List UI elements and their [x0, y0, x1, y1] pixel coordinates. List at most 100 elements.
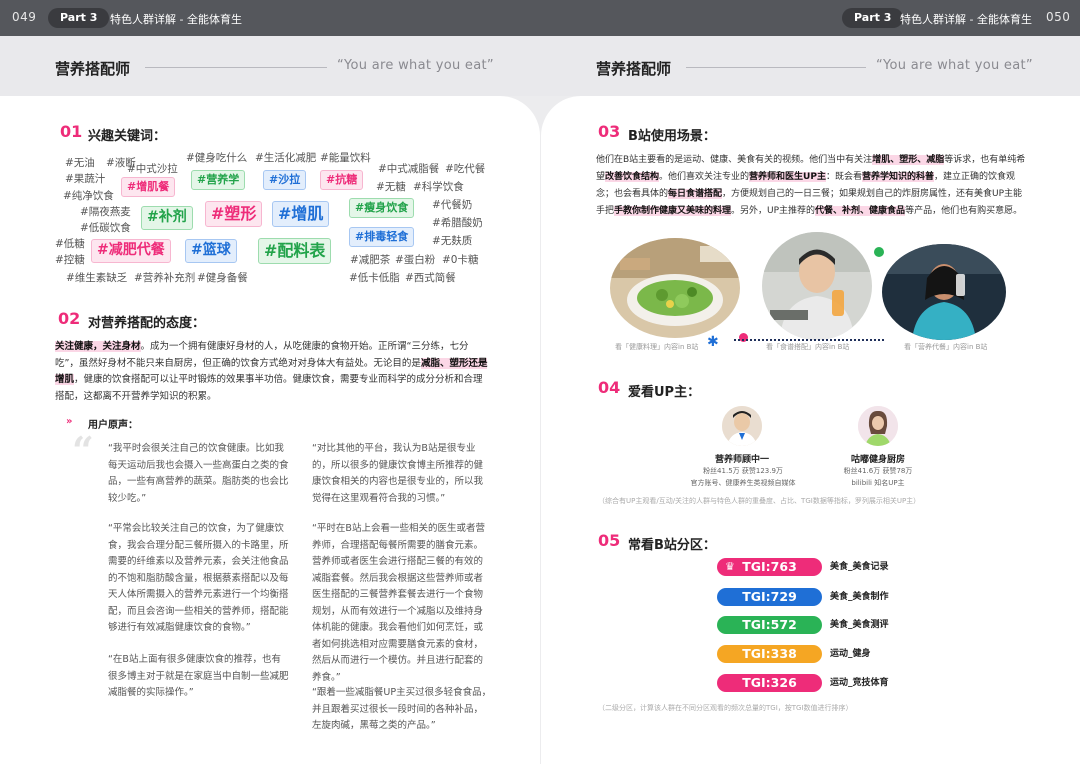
- section-quote-left: “You are what you eat”: [337, 58, 494, 73]
- tgi-label: 运动_健身: [830, 649, 871, 659]
- man-drinking-photo: [762, 232, 872, 340]
- keyword-tag: #营养补充剂: [134, 272, 196, 284]
- right-page-number: 050: [1046, 10, 1071, 24]
- up-desc: 官方账号、健康养生类视频自媒体: [690, 479, 796, 487]
- avatar: [858, 406, 898, 446]
- tgi-pill: ♛ TGI:763: [717, 558, 822, 576]
- tgi-note: （二级分区，计算该人群在不同分区观看的频次总量的TGI，按TGI数值进行排序）: [598, 704, 853, 712]
- section-number-05: 05: [598, 531, 621, 550]
- left-page-number: 049: [12, 10, 37, 24]
- section-number-02: 02: [58, 309, 81, 328]
- keyword-tag: #隔夜燕麦: [80, 206, 131, 218]
- user-quote: “对比其他的平台，我认为B站是很专业的，所以很多的健康饮食博主所推荐的健康饮食相…: [312, 443, 484, 504]
- up-note: （综合有UP主观看/互动/关注的人群与特色人群的重叠度、占比、TGI数据等指标，…: [598, 497, 921, 505]
- up-info: 粉丝41.6万 获赞78万 bilibili 知名UP主: [828, 465, 928, 489]
- section-quote-right: “You are what you eat”: [876, 58, 1033, 73]
- tgi-label: 运动_竞技体育: [830, 678, 889, 688]
- keyword-boxed: #减肥代餐: [91, 239, 171, 263]
- tgi-pill: TGI:338: [717, 645, 822, 663]
- text: 。他们喜欢关注专业的: [659, 172, 750, 182]
- quote-mark-icon: “: [72, 428, 94, 473]
- tgi-value: TGI:326: [742, 675, 797, 690]
- user-quote: “平时在B站上会看一些相关的医生或者营养师，合理搭配每餐所需要的膳食元素。营养师…: [312, 523, 485, 683]
- divider-right: [686, 67, 866, 68]
- keyword-tag: #无麸质: [432, 235, 473, 247]
- keyword-boxed: #补剂: [141, 206, 193, 230]
- keyword-tag: #吃代餐: [445, 163, 486, 175]
- section-title-01: 兴趣关键词：: [88, 129, 167, 144]
- keyword-tag: #低碳饮食: [80, 222, 131, 234]
- highlight: 营养学知识的科普: [861, 172, 934, 182]
- keyword-tag: #希腊酸奶: [432, 217, 483, 229]
- photo-caption: 看「健康料理」内容in B站: [615, 343, 699, 351]
- keyword-tag: #西式简餐: [405, 272, 456, 284]
- asterisk-icon: ✱: [707, 334, 719, 350]
- keyword-tag: #果蔬汁: [65, 173, 106, 185]
- crown-icon: ♛: [725, 560, 735, 573]
- chapter-title-right: 特色人群详解 - 全能体育生: [900, 13, 1032, 26]
- text: 。另外，UP主推荐的: [731, 206, 816, 216]
- tgi-value: TGI:763: [742, 559, 797, 574]
- up-stats: 粉丝41.5万 获赞123.9万: [703, 467, 783, 475]
- avatar-man-icon: [722, 406, 762, 446]
- part-pill-right: Part 3: [842, 8, 904, 28]
- keyword-boxed: #塑形: [205, 201, 263, 227]
- salad-illustration: [610, 238, 740, 338]
- tgi-pill: TGI:729: [717, 588, 822, 606]
- highlight: 营养师和医生UP主: [749, 172, 826, 182]
- avatar: [722, 406, 762, 446]
- keyword-tag: #无糖: [376, 181, 406, 193]
- photo-caption: 看「食谱搭配」内容in B站: [766, 343, 850, 351]
- man-illustration: [762, 232, 872, 340]
- keyword-tag: #控糖: [55, 254, 85, 266]
- highlight: 手教你制作健康又美味的料理: [614, 206, 732, 216]
- keyword-tag: #健身备餐: [197, 272, 248, 284]
- section-number-03: 03: [598, 122, 621, 141]
- keyword-tag: #健身吃什么: [186, 152, 248, 164]
- tgi-pill: TGI:326: [717, 674, 822, 692]
- keyword-boxed: #增肌餐: [121, 177, 176, 197]
- text: ，健康的饮食搭配可以让平时锻炼的效果事半功倍。健康饮食，需要专业而科学的成分分析…: [55, 374, 483, 402]
- section-title-02: 对营养搭配的态度：: [88, 316, 206, 331]
- highlight: 每日食谱搭配: [668, 189, 723, 199]
- keyword-tag: #科学饮食: [413, 181, 464, 193]
- keyword-boxed: #篮球: [185, 239, 237, 263]
- keyword-tag: #减肥茶: [350, 254, 391, 266]
- text: 等产品，他们也有购买意愿。: [905, 206, 1023, 216]
- woman-drinking-photo: [882, 244, 1006, 340]
- tgi-value: TGI:572: [742, 617, 797, 632]
- text: ：既会看: [825, 172, 862, 182]
- photo-caption: 看「营养代餐」内容in B站: [904, 343, 988, 351]
- header-bar: 049 Part 3 特色人群详解 - 全能体育生 Part 3 特色人群详解 …: [0, 0, 1080, 36]
- highlight: 关注健康，关注身材: [55, 341, 141, 352]
- text: 他们在B站主要看的是运动、健康、美食有关的视频。他们当中有关注: [596, 155, 873, 165]
- section-title-03: B站使用场景：: [628, 129, 716, 144]
- keyword-tag: #低卡低脂: [349, 272, 400, 284]
- tgi-value: TGI:729: [742, 589, 797, 604]
- keyword-tag: #蛋白粉: [395, 254, 436, 266]
- tgi-pill: TGI:572: [717, 616, 822, 634]
- section-title-right: 营养搭配师: [596, 60, 672, 78]
- tgi-label: 美食_美食测评: [830, 620, 889, 630]
- keyword-tag: #中式沙拉: [127, 163, 178, 175]
- keyword-tag: #代餐奶: [432, 199, 473, 211]
- up-info: 粉丝41.5万 获赞123.9万 官方账号、健康养生类视频自媒体: [690, 465, 796, 489]
- woman-illustration: [882, 244, 1006, 340]
- keyword-tag: #纯净饮食: [63, 190, 114, 202]
- keyword-tag: #维生素缺乏: [66, 272, 128, 284]
- up-name: 营养师顾中一: [715, 455, 770, 465]
- up-name: 咕嘟健身厨房: [851, 455, 906, 465]
- arrow-icon: »: [66, 416, 73, 427]
- highlight: 改善饮食结构: [605, 172, 660, 182]
- keyword-boxed: #排毒轻食: [349, 227, 415, 247]
- keyword-tag: #生活化减肥: [255, 152, 317, 164]
- keyword-tag: #中式减脂餐: [378, 163, 440, 175]
- section-title-05: 常看B站分区：: [628, 538, 716, 553]
- tgi-label: 美食_美食记录: [830, 562, 889, 572]
- keyword-tag: #低糖: [55, 238, 85, 250]
- up-desc: bilibili 知名UP主: [851, 479, 905, 487]
- user-quote: “跟着一些减脂餐UP主买过很多轻食食品，并且跟着买过很长一段时间的各种补品，左旋…: [312, 687, 492, 731]
- usage-paragraph: 他们在B站主要看的是运动、健康、美食有关的视频。他们当中有关注增肌、塑形、减脂等…: [596, 152, 1028, 220]
- user-quote: “平常会比较关注自己的饮食，为了健康饮食，我会合理分配三餐所摄入的卡路里，所需要…: [108, 523, 289, 633]
- section-title-04: 爱看UP主：: [628, 385, 701, 400]
